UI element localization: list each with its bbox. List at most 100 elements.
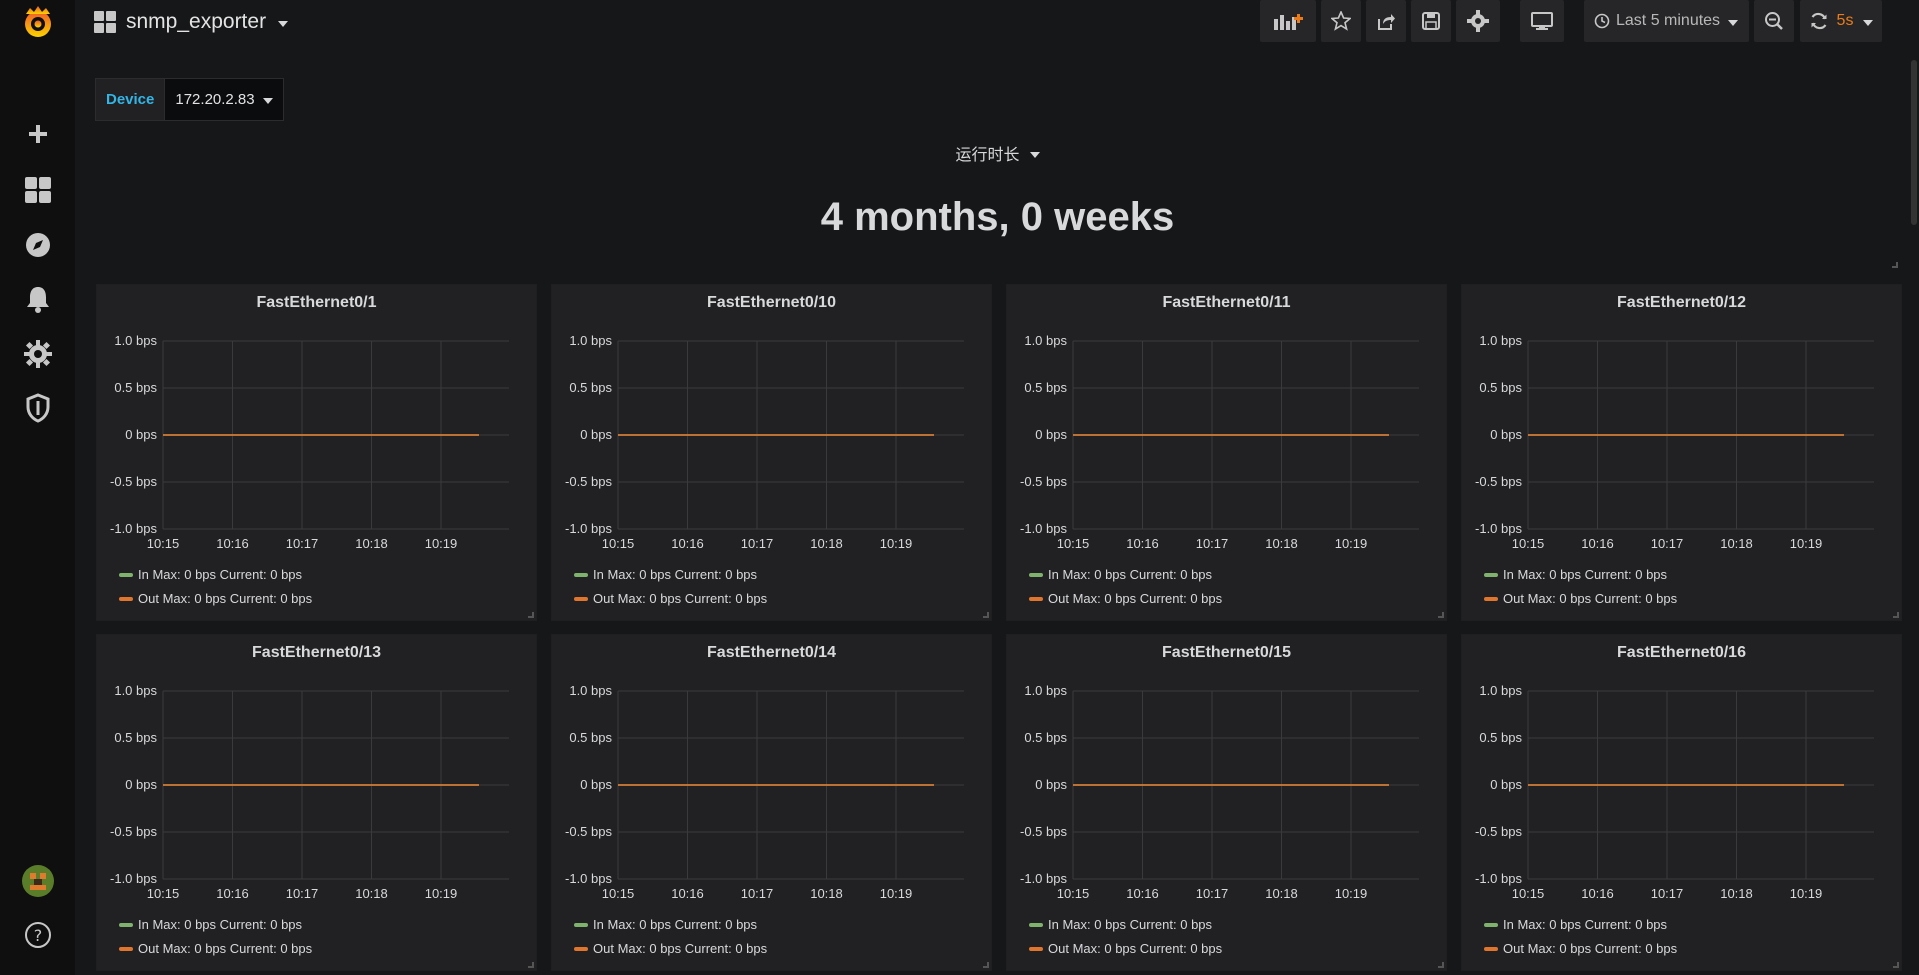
x-tick-label: 10:19: [1335, 886, 1368, 901]
legend-item-out[interactable]: Out Max: 0 bps Current: 0 bps: [574, 591, 767, 606]
legend-item-in[interactable]: In Max: 0 bps Current: 0 bps: [1484, 917, 1667, 932]
legend-item-out[interactable]: Out Max: 0 bps Current: 0 bps: [119, 591, 312, 606]
panel-resize-handle[interactable]: [1893, 612, 1899, 618]
dashboards-grid-icon[interactable]: [0, 170, 75, 210]
x-tick-label: 10:19: [1790, 886, 1823, 901]
legend-swatch: [574, 922, 588, 927]
x-tick-label: 10:17: [286, 536, 319, 551]
x-tick-label: 10:15: [147, 886, 180, 901]
variable-value-dropdown[interactable]: 172.20.2.83: [165, 78, 284, 121]
legend-swatch: [574, 946, 588, 951]
x-tick-label: 10:16: [671, 886, 704, 901]
add-panel-button[interactable]: [1260, 0, 1316, 42]
y-tick-label: -1.0 bps: [110, 871, 157, 886]
explore-compass-icon[interactable]: [0, 225, 75, 265]
y-tick-label: 0.5 bps: [114, 380, 157, 395]
y-tick-label: 0.5 bps: [569, 730, 612, 745]
legend-item-in[interactable]: In Max: 0 bps Current: 0 bps: [574, 567, 757, 582]
legend-swatch: [1484, 922, 1498, 927]
variable-value: 172.20.2.83: [175, 91, 255, 108]
star-dashboard-button[interactable]: [1321, 0, 1361, 42]
navbar: snmp_exporter Last 5 minutes 5s: [75, 0, 1919, 46]
y-tick-label: -0.5 bps: [1020, 824, 1067, 839]
panel-resize-handle[interactable]: [1438, 962, 1444, 968]
y-tick-label: -1.0 bps: [1475, 521, 1522, 536]
legend-text: Out Max: 0 bps Current: 0 bps: [593, 941, 768, 956]
grafana-logo-icon[interactable]: [0, 2, 75, 44]
panel-resize-handle[interactable]: [528, 962, 534, 968]
legend-item-in[interactable]: In Max: 0 bps Current: 0 bps: [1484, 567, 1667, 582]
legend-item-out[interactable]: Out Max: 0 bps Current: 0 bps: [574, 941, 767, 956]
legend-item-in[interactable]: In Max: 0 bps Current: 0 bps: [1029, 917, 1212, 932]
panel-resize-handle[interactable]: [528, 612, 534, 618]
legend-item-out[interactable]: Out Max: 0 bps Current: 0 bps: [1029, 941, 1222, 956]
user-avatar[interactable]: [0, 861, 75, 901]
zoom-out-button[interactable]: [1754, 0, 1794, 42]
graph-panel: FastEthernet0/16 1.0 bps 0.5 bps 0 bps -0.5 …: [1461, 634, 1902, 971]
refresh-picker-button[interactable]: 5s: [1800, 0, 1882, 42]
create-plus-icon[interactable]: [0, 114, 75, 154]
legend-item-out[interactable]: Out Max: 0 bps Current: 0 bps: [1484, 591, 1677, 606]
legend-item-in[interactable]: In Max: 0 bps Current: 0 bps: [119, 917, 302, 932]
panel-resize-handle[interactable]: [1893, 962, 1899, 968]
server-admin-shield-icon[interactable]: [0, 388, 75, 428]
legend-swatch: [574, 596, 588, 601]
share-dashboard-button[interactable]: [1366, 0, 1406, 42]
scrollbar[interactable]: [1911, 60, 1917, 225]
x-tick-label: 10:16: [1126, 536, 1159, 551]
y-tick-label: -0.5 bps: [565, 474, 612, 489]
dashboard-title-picker[interactable]: snmp_exporter: [94, 8, 289, 36]
time-range-label: Last 5 minutes: [1616, 12, 1721, 29]
y-tick-label: 0.5 bps: [1479, 380, 1522, 395]
x-tick-label: 10:16: [1126, 886, 1159, 901]
chevron-down-icon: [1029, 151, 1040, 158]
x-tick-label: 10:18: [1265, 536, 1298, 551]
legend-text: Out Max: 0 bps Current: 0 bps: [593, 591, 768, 606]
y-tick-label: 0.5 bps: [114, 730, 157, 745]
y-tick-label: 0.5 bps: [1479, 730, 1522, 745]
legend-text: In Max: 0 bps Current: 0 bps: [1048, 567, 1213, 582]
legend-swatch: [1029, 596, 1043, 601]
y-tick-label: 0.5 bps: [569, 380, 612, 395]
legend-item-in[interactable]: In Max: 0 bps Current: 0 bps: [574, 917, 757, 932]
panel-resize-handle[interactable]: [1438, 612, 1444, 618]
graph-panel: FastEthernet0/11 1.0 bps 0.5 bps 0 bps -0.5 …: [1006, 284, 1447, 621]
legend-swatch: [1029, 922, 1043, 927]
y-tick-label: 0 bps: [1490, 427, 1522, 442]
y-tick-label: -0.5 bps: [1475, 474, 1522, 489]
x-tick-label: 10:15: [1057, 886, 1090, 901]
refresh-icon: [1811, 12, 1827, 30]
help-icon[interactable]: ?: [0, 915, 75, 955]
legend-item-out[interactable]: Out Max: 0 bps Current: 0 bps: [1029, 591, 1222, 606]
legend-text: In Max: 0 bps Current: 0 bps: [138, 917, 303, 932]
panel-resize-handle[interactable]: [983, 962, 989, 968]
legend-text: Out Max: 0 bps Current: 0 bps: [138, 591, 313, 606]
stat-value: 4 months, 0 weeks: [820, 195, 1175, 239]
panel-resize-handle[interactable]: [983, 612, 989, 618]
gear-icon: [1467, 10, 1489, 32]
y-tick-label: -1.0 bps: [110, 521, 157, 536]
graph-panel: FastEthernet0/10 1.0 bps 0.5 bps 0 bps -0.5 …: [551, 284, 992, 621]
graph-panel: FastEthernet0/13 1.0 bps 0.5 bps 0 bps -0.5 …: [96, 634, 537, 971]
view-mode-button[interactable]: [1520, 0, 1564, 42]
chevron-down-icon: [1728, 19, 1739, 26]
legend-item-in[interactable]: In Max: 0 bps Current: 0 bps: [1029, 567, 1212, 582]
x-tick-label: 10:16: [1581, 886, 1614, 901]
x-tick-label: 10:16: [216, 536, 249, 551]
legend-swatch: [119, 922, 133, 927]
legend-item-in[interactable]: In Max: 0 bps Current: 0 bps: [119, 567, 302, 582]
x-tick-label: 10:17: [741, 886, 774, 901]
dashboard-settings-button[interactable]: [1456, 0, 1500, 42]
stat-panel-title[interactable]: 运行时长: [95, 141, 1900, 165]
time-picker-button[interactable]: Last 5 minutes: [1584, 0, 1749, 42]
panel-resize-handle[interactable]: [1892, 262, 1898, 268]
legend-item-out[interactable]: Out Max: 0 bps Current: 0 bps: [119, 941, 312, 956]
alerting-bell-icon[interactable]: [0, 279, 75, 319]
legend-text: Out Max: 0 bps Current: 0 bps: [1503, 591, 1678, 606]
y-tick-label: 1.0 bps: [569, 333, 612, 348]
legend-item-out[interactable]: Out Max: 0 bps Current: 0 bps: [1484, 941, 1677, 956]
save-dashboard-button[interactable]: [1411, 0, 1451, 42]
x-tick-label: 10:18: [1265, 886, 1298, 901]
graph-panel: FastEthernet0/14 1.0 bps 0.5 bps 0 bps -0.5 …: [551, 634, 992, 971]
configuration-gear-icon[interactable]: [0, 334, 75, 374]
